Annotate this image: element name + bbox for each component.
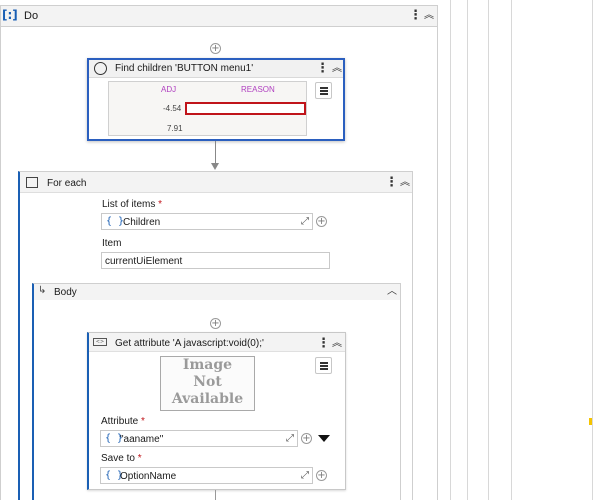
more-options-icon[interactable]: ⋮ — [317, 337, 330, 350]
save-to-field[interactable]: { } OptionName ⤢ — [100, 467, 313, 484]
sequence-icon: [:] — [2, 8, 18, 22]
do-sequence-title: Do — [24, 10, 39, 22]
for-each-icon — [26, 177, 38, 188]
do-sequence-header[interactable] — [0, 5, 438, 27]
attribute-label: Attribute * — [101, 416, 145, 427]
guide-line — [511, 0, 512, 500]
item-label: Item — [102, 238, 122, 249]
item-name-value: currentUiElement — [105, 256, 183, 267]
find-children-title: Find children 'BUTTON menu1' — [115, 63, 254, 74]
hamburger-menu-icon[interactable] — [315, 357, 332, 374]
attribute-value: "aaname" — [120, 434, 164, 445]
save-to-label: Save to * — [101, 453, 142, 464]
list-of-items-label: List of items * — [102, 199, 163, 210]
item-name-field[interactable]: currentUiElement — [101, 252, 330, 269]
guide-line — [450, 0, 451, 500]
connector-line — [215, 490, 216, 500]
collapse-icon[interactable]: ︽ — [424, 10, 434, 22]
dropdown-arrow-icon[interactable] — [318, 435, 330, 442]
collapse-icon[interactable]: ︽ — [332, 338, 342, 350]
connector-line — [215, 141, 216, 163]
preview-column-reason: REASON — [241, 85, 275, 94]
collapse-icon[interactable]: ︽ — [400, 177, 410, 189]
guide-line — [467, 0, 468, 500]
preview-value: -4.54 — [163, 104, 182, 113]
connector-arrow-icon — [211, 163, 219, 170]
find-children-icon — [94, 62, 107, 75]
more-options-icon[interactable]: ⋮ — [385, 176, 398, 189]
preview-column-adj: ADJ — [161, 85, 177, 94]
for-each-title: For each — [47, 178, 87, 189]
indicator-mark — [589, 418, 592, 425]
add-variable-button[interactable]: + — [316, 470, 327, 481]
add-activity-button[interactable]: + — [210, 318, 221, 329]
preview-highlight — [185, 102, 306, 115]
more-options-icon[interactable]: ⋮ — [409, 9, 422, 22]
add-activity-button[interactable]: + — [210, 43, 221, 54]
attribute-field[interactable]: { } "aaname" ⤢ — [100, 430, 298, 447]
save-to-value: OptionName — [120, 471, 177, 482]
body-arrow-icon: ↳ — [38, 285, 47, 296]
collapse-icon[interactable]: ︽ — [332, 63, 342, 75]
list-of-items-value: Children — [123, 217, 161, 228]
hamburger-menu-icon[interactable] — [315, 82, 332, 99]
chevron-up-icon[interactable]: ︿ — [387, 286, 397, 298]
image-not-available-placeholder: Image Not Available — [160, 356, 255, 411]
add-variable-button[interactable]: + — [301, 433, 312, 444]
expand-editor-icon[interactable]: ⤢ — [301, 216, 309, 227]
expression-icon: { } — [106, 216, 125, 227]
more-options-icon[interactable]: ⋮ — [316, 62, 329, 75]
body-title: Body — [54, 287, 77, 298]
expand-editor-icon[interactable]: ⤢ — [286, 433, 294, 444]
get-attribute-icon: <> — [93, 338, 107, 346]
guide-line — [488, 0, 489, 500]
expand-editor-icon[interactable]: ⤢ — [301, 470, 309, 481]
body-header[interactable] — [34, 284, 400, 300]
get-attribute-title: Get attribute 'A javascript:void(0);' — [115, 338, 264, 349]
add-variable-button[interactable]: + — [316, 216, 327, 227]
preview-value: 7.91 — [167, 124, 183, 133]
list-of-items-field[interactable]: { } Children ⤢ — [101, 213, 313, 230]
